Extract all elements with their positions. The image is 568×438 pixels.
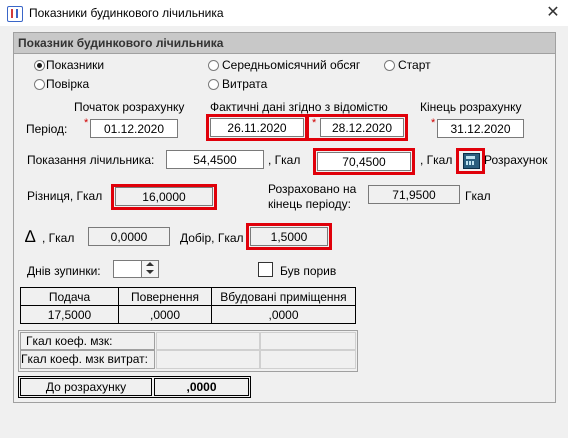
radio-vytrata-label[interactable]: Витрата: [222, 77, 267, 91]
radio-povirka-label[interactable]: Повірка: [46, 77, 89, 91]
period-actual-to[interactable]: 28.12.2020: [320, 118, 404, 137]
dobir-field: 1,5000: [250, 227, 328, 246]
curr-reading-field[interactable]: 70,4500: [317, 152, 411, 171]
coef-row-label: Гкал коеф. мзк:: [26, 334, 113, 348]
delta-icon: ∆: [25, 227, 36, 246]
radio-pokaznyky-label[interactable]: Показники: [46, 58, 104, 72]
supply-table: Подача Повернення Вбудовані приміщення 1…: [20, 287, 356, 324]
unit-label: , Гкал: [420, 153, 453, 167]
panel-header: Показник будинкового лічильника: [14, 33, 555, 54]
coef-cell: [260, 332, 356, 350]
radio-start-label[interactable]: Старт: [398, 58, 431, 72]
radio-average[interactable]: [208, 60, 219, 71]
coef-cell: [156, 350, 260, 369]
required-mark: *: [312, 117, 317, 129]
period-start-date[interactable]: 01.12.2020: [90, 119, 178, 138]
total-label: До розрахунку: [20, 378, 152, 396]
period-label: Період:: [26, 122, 68, 136]
period-end-header: Кінець розрахунку: [420, 100, 522, 114]
supply-header: Подача: [20, 287, 119, 306]
window-title: Показники будинкового лічильника: [29, 6, 224, 20]
rupture-label[interactable]: Був порив: [280, 264, 336, 278]
calculated-unit: Гкал: [465, 189, 491, 203]
difference-label: Різниця, Гкал: [27, 189, 103, 203]
delta-label: , Гкал: [42, 231, 75, 245]
prev-reading-field[interactable]: 54,4500: [166, 150, 264, 169]
readings-label: Показання лічильника:: [27, 153, 155, 167]
dobir-label: Добір, Гкал: [180, 231, 244, 245]
calculator-icon[interactable]: [463, 153, 480, 169]
stop-days-label: Днів зупинки:: [27, 264, 101, 278]
builtin-header: Вбудовані приміщення: [211, 287, 356, 306]
rupture-checkbox[interactable]: [258, 262, 273, 277]
radio-pokaznyky[interactable]: [34, 60, 45, 71]
period-end-date[interactable]: 31.12.2020: [437, 119, 524, 138]
period-start-header: Початок розрахунку: [74, 100, 185, 114]
radio-start[interactable]: [384, 60, 395, 71]
total-value: ,0000: [154, 378, 249, 396]
builtin-value: ,0000: [211, 305, 356, 324]
coef-cell: [156, 332, 260, 350]
stepper-up-icon[interactable]: [141, 261, 158, 269]
coef-cell: [260, 350, 356, 369]
calc-button-label[interactable]: Розрахунок: [484, 153, 547, 167]
calculated-label-line1: Розраховано на: [268, 182, 357, 196]
supply-value: 17,5000: [20, 305, 119, 324]
period-actual-from[interactable]: 26.11.2020: [210, 118, 304, 137]
unit-label: , Гкал: [268, 153, 301, 167]
close-icon[interactable]: ✕: [540, 2, 566, 24]
panel-header-title: Показник будинкового лічильника: [18, 36, 224, 50]
return-header: Повернення: [118, 287, 212, 306]
radio-povirka[interactable]: [34, 79, 45, 90]
calculated-field: 71,9500: [368, 185, 460, 204]
required-mark: *: [431, 117, 436, 129]
period-actual-header: Фактичні дані згідно з відомістю: [210, 100, 388, 114]
return-value: ,0000: [118, 305, 212, 324]
stop-days-stepper[interactable]: [113, 260, 159, 278]
radio-average-label[interactable]: Середньомісячний обсяг: [222, 58, 360, 72]
delta-field: 0,0000: [88, 227, 170, 246]
difference-field: 16,0000: [115, 187, 213, 206]
coef-row-label: Гкал коеф. мзк витрат:: [21, 352, 148, 366]
app-icon: [7, 6, 23, 22]
radio-vytrata[interactable]: [208, 79, 219, 90]
required-mark: *: [84, 117, 89, 129]
stepper-down-icon[interactable]: [141, 269, 158, 277]
calculated-label-line2: кінець періоду:: [268, 197, 351, 211]
